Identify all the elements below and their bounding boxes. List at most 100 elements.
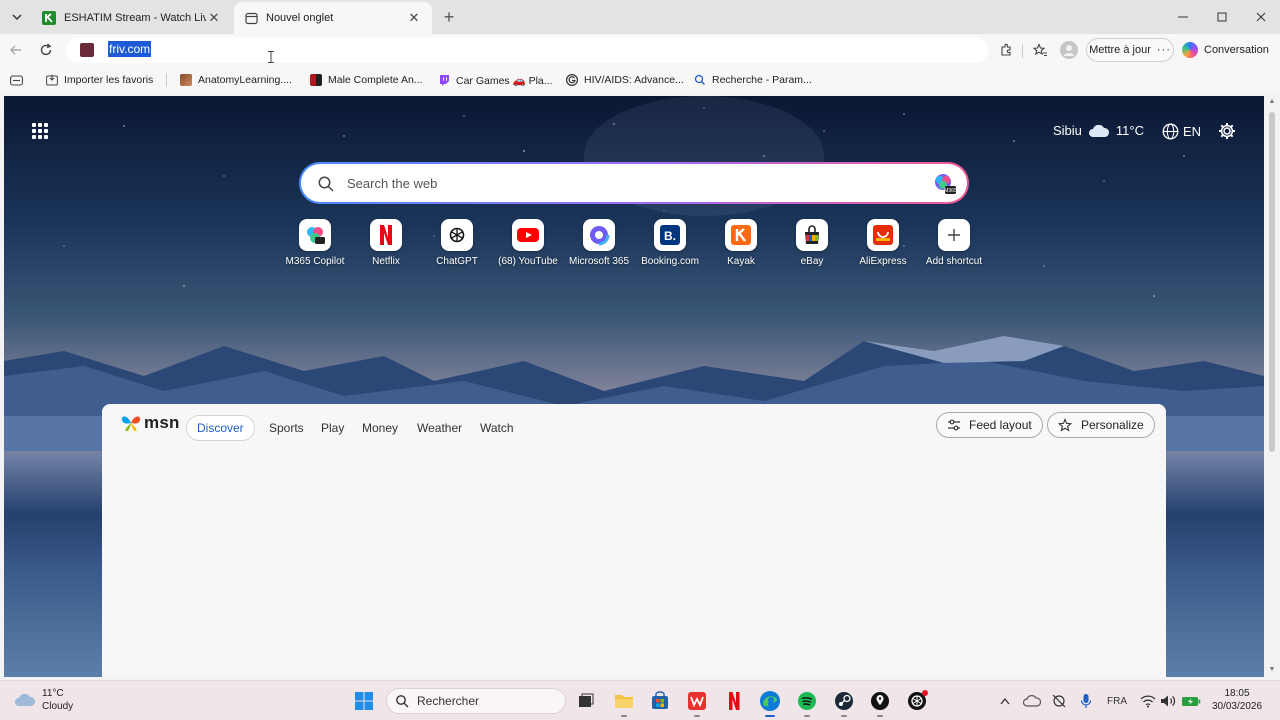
puzzle-icon [1001, 43, 1011, 56]
taskbar-weather-widget[interactable]: 11°C Cloudy [14, 687, 73, 713]
scrollbar-thumb[interactable] [1269, 112, 1275, 452]
tab-actions-button[interactable] [6, 7, 28, 27]
task-view-button[interactable] [574, 689, 598, 713]
speaker-icon [1161, 695, 1176, 707]
shortcut-aliexpress[interactable]: AliExpress [847, 219, 919, 267]
maximize-button[interactable] [1203, 0, 1241, 34]
start-button[interactable] [352, 689, 376, 713]
web-search-box[interactable]: Search the web M365 [299, 162, 969, 204]
wps-office-button[interactable] [685, 689, 709, 717]
feed-tab-money[interactable]: Money [352, 415, 408, 441]
apps-launcher-icon[interactable] [32, 123, 48, 139]
edge-button[interactable] [758, 689, 782, 717]
back-arrow-icon [10, 45, 21, 55]
youtube-icon [517, 228, 539, 242]
windows-taskbar: 11°C Cloudy Rechercher FRA 18:05 30/03/2… [0, 680, 1280, 720]
close-window-button[interactable] [1242, 0, 1280, 34]
new-tab-button[interactable]: + [440, 8, 458, 26]
shortcut-booking[interactable]: B. Booking.com [634, 219, 706, 267]
refresh-button[interactable] [36, 40, 56, 60]
store-button[interactable] [648, 689, 672, 713]
minimize-button[interactable] [1164, 0, 1202, 34]
show-hidden-icons-button[interactable] [998, 692, 1012, 710]
chevron-up-icon [1000, 697, 1010, 705]
feed-tab-watch[interactable]: Watch [470, 415, 524, 441]
maximize-icon [1217, 12, 1227, 22]
shortcut-youtube[interactable]: (68) YouTube [492, 219, 564, 267]
location-off-tray-icon[interactable] [1049, 692, 1069, 710]
favorite-import[interactable]: Importer les favoris [46, 72, 153, 88]
profile-button[interactable] [1058, 39, 1080, 61]
shortcut-ebay[interactable]: eBay [776, 219, 848, 267]
microphone-tray-icon[interactable] [1076, 692, 1096, 710]
netflix-icon [729, 692, 740, 710]
settings-gear-icon[interactable] [1218, 122, 1236, 140]
scroll-down-icon[interactable]: ▼ [1268, 666, 1276, 674]
favorite-recherche[interactable]: Recherche - Param... [694, 72, 812, 88]
location-pin-icon [871, 692, 889, 710]
language-label: EN [1183, 124, 1202, 139]
tab-new-tab[interactable]: Nouvel onglet ✕ [234, 2, 432, 34]
scroll-up-icon[interactable]: ▲ [1268, 98, 1276, 106]
favorite-hiv-aids[interactable]: HIV/AIDS: Advance... [566, 72, 684, 88]
page-scrollbar[interactable]: ▲ ▼ [1266, 96, 1278, 677]
chatgpt-icon [908, 690, 928, 710]
shortcut-label: eBay [800, 256, 824, 267]
add-shortcut-button[interactable]: Add shortcut [918, 219, 990, 267]
onedrive-tray-icon[interactable] [1022, 692, 1042, 710]
favorite-label: Car Games 🚗 Pla... [456, 74, 553, 87]
weather-temp: 11°C [1115, 123, 1145, 138]
m365-copilot-search-icon[interactable]: M365 [933, 172, 957, 196]
tab-eshatim[interactable]: ESHATIM Stream - Watch Live on ✕ [32, 2, 232, 34]
battery-tray-icon[interactable] [1180, 692, 1202, 710]
maps-app-button[interactable] [868, 689, 892, 717]
steam-button[interactable] [832, 689, 856, 717]
tab-strip: ESHATIM Stream - Watch Live on ✕ Nouvel … [0, 0, 1280, 34]
feed-tab-play[interactable]: Play [311, 415, 354, 441]
address-input[interactable]: friv.com [108, 41, 152, 57]
feed-layout-button[interactable]: Feed layout [936, 412, 1043, 438]
file-explorer-button[interactable] [612, 689, 636, 717]
personalize-button[interactable]: Personalize [1047, 412, 1155, 438]
extensions-button[interactable] [996, 40, 1016, 60]
cloud-sync-icon [1023, 695, 1041, 707]
taskbar-clock[interactable]: 18:05 30/03/2026 [1208, 687, 1266, 713]
shortcut-label: M365 Copilot [285, 256, 345, 267]
shortcut-chatgpt[interactable]: ChatGPT [421, 219, 493, 267]
feed-tab-weather[interactable]: Weather [407, 415, 472, 441]
volume-tray-icon[interactable] [1159, 692, 1177, 710]
favorites-button[interactable] [1030, 40, 1050, 60]
back-button[interactable] [6, 40, 26, 60]
taskbar-search-box[interactable]: Rechercher [386, 688, 566, 714]
chatgpt-app-button[interactable] [905, 689, 929, 713]
folder-icon [615, 695, 633, 708]
shortcut-netflix[interactable]: Netflix [350, 219, 422, 267]
shortcut-kayak[interactable]: Kayak [705, 219, 777, 267]
favorites-menu-button[interactable] [10, 72, 23, 88]
address-bar[interactable]: friv.com [66, 37, 988, 63]
close-tab-icon[interactable]: ✕ [406, 10, 422, 26]
feed-tab-discover[interactable]: Discover [186, 415, 255, 441]
more-dots-icon: ··· [1156, 44, 1171, 56]
feed-tab-sports[interactable]: Sports [259, 415, 314, 441]
shortcut-m365-copilot[interactable]: M365 Copilot [279, 219, 351, 267]
input-language-indicator[interactable]: FRA [1106, 692, 1128, 710]
favorite-car-games[interactable]: Car Games 🚗 Pla... [438, 72, 553, 88]
language-selector[interactable]: EN [1162, 123, 1201, 140]
msn-logo[interactable]: msn [120, 413, 180, 433]
shortcut-microsoft-365[interactable]: Microsoft 365 [563, 219, 635, 267]
close-tab-icon[interactable]: ✕ [206, 10, 222, 26]
wifi-tray-icon[interactable] [1139, 692, 1157, 710]
search-input[interactable]: Search the web [347, 176, 437, 191]
weather-widget[interactable]: Sibiu 11°C [1053, 123, 1144, 138]
svg-text:B.: B. [664, 229, 676, 243]
m365-copilot-icon [307, 227, 325, 244]
copilot-conversation-button[interactable]: Conversation [1182, 38, 1274, 62]
g-icon [566, 74, 578, 86]
netflix-app-button[interactable] [722, 689, 746, 713]
spotify-icon [798, 692, 816, 710]
favorite-male-complete[interactable]: Male Complete An... [310, 72, 423, 88]
spotify-button[interactable] [795, 689, 819, 717]
update-button[interactable]: Mettre à jour ··· [1086, 38, 1174, 62]
favorite-anatomy-learning[interactable]: AnatomyLearning.... [180, 72, 292, 88]
